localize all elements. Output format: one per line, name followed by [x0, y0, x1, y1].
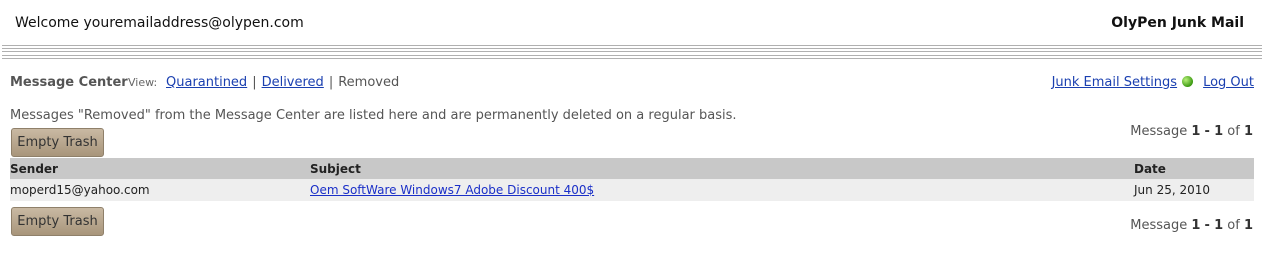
view-delivered-link[interactable]: Delivered — [262, 75, 324, 90]
status-indicator-icon — [1182, 76, 1194, 87]
column-header-date[interactable]: Date — [1134, 158, 1254, 179]
app-header: Welcome youremailaddress@olypen.com OlyP… — [0, 0, 1264, 44]
subject-cell: Oem SoftWare Windows7 Adobe Discount 400… — [310, 179, 1134, 201]
empty-trash-button-top[interactable]: Empty Trash — [11, 128, 104, 157]
removed-info-text: Messages "Removed" from the Message Cent… — [10, 108, 737, 123]
welcome-text: Welcome youremailaddress@olypen.com — [15, 15, 304, 31]
pagination-summary-top: Message 1 - 1 of 1 — [1130, 124, 1253, 139]
column-header-sender[interactable]: Sender — [10, 158, 310, 179]
message-table: Sender Subject Date moperd15@yahoo.com O… — [10, 158, 1254, 201]
account-links: Junk Email Settings Log Out — [1052, 75, 1254, 90]
page-title: Message Center — [10, 75, 128, 90]
view-separator: | — [252, 75, 257, 90]
view-removed-current: Removed — [338, 75, 400, 90]
message-subject-link[interactable]: Oem SoftWare Windows7 Adobe Discount 400… — [310, 183, 594, 197]
pagination-summary-bottom: Message 1 - 1 of 1 — [1130, 218, 1253, 233]
empty-trash-button-bottom[interactable]: Empty Trash — [11, 207, 104, 236]
column-header-subject[interactable]: Subject — [310, 158, 1134, 179]
junk-email-settings-link[interactable]: Junk Email Settings — [1052, 75, 1178, 90]
brand-title: OlyPen Junk Mail — [1111, 15, 1244, 31]
header-divider — [2, 58, 1262, 59]
view-quarantined-link[interactable]: Quarantined — [166, 75, 247, 90]
header-divider — [2, 51, 1262, 52]
view-separator: | — [328, 75, 334, 90]
header-divider — [2, 55, 1262, 56]
view-switcher: Quarantined | Delivered | Removed — [166, 75, 399, 90]
table-header-row: Sender Subject Date — [10, 158, 1254, 179]
table-row: moperd15@yahoo.com Oem SoftWare Windows7… — [10, 179, 1254, 201]
sender-cell: moperd15@yahoo.com — [10, 179, 310, 201]
date-cell: Jun 25, 2010 — [1134, 179, 1254, 201]
logout-link[interactable]: Log Out — [1203, 75, 1254, 90]
header-divider — [2, 45, 1262, 46]
header-divider — [2, 48, 1262, 49]
toolbar: Message Center View: Quarantined | Deliver… — [10, 75, 1254, 93]
view-label: View: — [128, 76, 158, 89]
